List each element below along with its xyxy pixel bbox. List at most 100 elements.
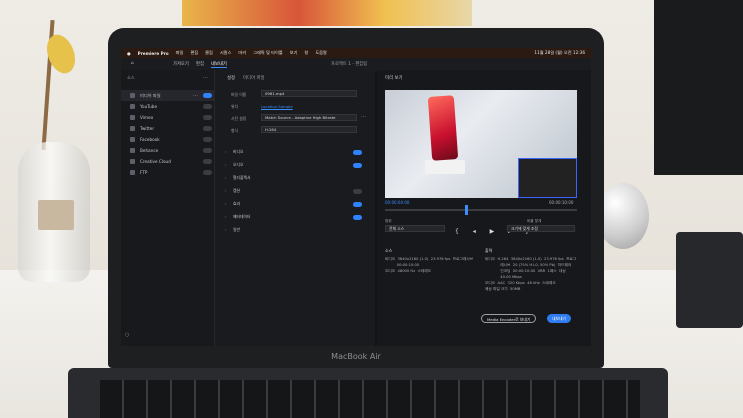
section-metadata[interactable]: › 메타데이터 [225,213,365,222]
chevron-right-icon: › [225,162,227,167]
playhead[interactable] [465,205,468,215]
menu-item[interactable]: 보기 [290,50,298,56]
preview-title: 미리 보기 [385,76,403,81]
chevron-right-icon: › [225,188,227,193]
toggle-switch[interactable] [353,202,362,207]
toggle-switch[interactable] [203,148,212,153]
destination-media-file[interactable]: 미디어 파일 … [121,90,214,101]
preview-panel: 미리 보기 00:00:04:00 00:00:10:00 범위 전체 소스 {… [377,70,591,346]
range-dropdown[interactable]: 전체 소스 [385,225,445,232]
export-button[interactable]: 내보내기 [547,314,571,323]
home-icon[interactable]: ⌂ [131,61,134,66]
field-label: 위치 [231,104,238,109]
vase-label [38,200,74,230]
location-link[interactable]: Location-Sample [261,104,293,109]
timeline-track [385,209,577,211]
tab-edit[interactable]: 편집 [196,61,204,67]
menu-item[interactable]: 파일 [176,50,184,56]
more-icon[interactable]: … [193,92,198,98]
video-preview[interactable] [385,90,577,198]
menu-item[interactable]: 편집 [190,50,198,56]
menu-item[interactable]: 클립 [205,50,213,56]
tab-import[interactable]: 가져오기 [173,61,189,67]
chevron-right-icon: › [225,227,227,232]
field-label: 사전 설정 [231,116,247,121]
section-captions[interactable]: › 캡션 [225,187,365,196]
project-title: 프로젝트 1 - 편집됨 [331,62,368,67]
toggle-switch[interactable] [353,189,362,194]
info-icon[interactable]: ○ [125,332,129,338]
panel-title: 소스 [127,75,135,80]
toggle-switch[interactable] [353,163,362,168]
menu-item[interactable]: 창 [304,50,308,56]
destination-vimeo[interactable]: Vimeo [121,112,214,123]
chevron-right-icon: › [225,214,227,219]
source-heading: 소스 [385,248,393,253]
tab-export[interactable]: 내보내기 [211,61,227,68]
field-label: 형식 [231,128,238,133]
section-multiplexer[interactable]: › 멀티플렉서 [225,174,365,183]
section-video[interactable]: › 비디오 [225,148,365,157]
vimeo-icon [130,115,135,120]
youtube-icon [130,104,135,109]
chevron-right-icon: › [225,201,227,206]
format-dropdown[interactable]: H.264 [261,126,357,133]
scale-dropdown[interactable]: 크기에 맞게 조정 [507,225,575,232]
toggle-switch[interactable] [203,137,212,142]
destination-creative-cloud[interactable]: Creative Cloud [121,156,214,167]
toggle-switch[interactable] [353,215,362,220]
glass-sphere [597,183,649,249]
menu-item[interactable]: 시퀀스 [220,50,232,56]
timeline-scrubber[interactable] [385,204,577,216]
apple-icon[interactable]: ● [127,51,131,56]
toggle-switch[interactable] [203,115,212,120]
field-label: 파일 이름 [231,92,247,97]
toggle-switch[interactable] [203,170,212,175]
toggle-switch[interactable] [203,126,212,131]
file-icon [130,93,135,98]
section-general[interactable]: › 일반 [225,226,365,235]
preset-dropdown[interactable]: Match Source - Adaptive High Bitrate [261,114,357,121]
menu-app-name[interactable]: Premiere Pro [138,51,169,56]
source-summary: 비디오 3840x2160 (1.0) 23.976 fps 프로그레시브 00… [385,257,474,273]
settings-panel: 설정 미디어 파일 파일 이름 0961.mp4 위치 Location-Sam… [215,70,375,346]
toggle-switch[interactable] [203,93,212,98]
toggle-switch[interactable] [203,159,212,164]
wall-poster [182,0,472,26]
settings-subtitle: 미디어 파일 [243,76,265,81]
output-summary: 비디오 H.264 3840x2160 (1.0) 23.976 fps 프로그… [485,257,577,291]
settings-title: 설정 [227,76,236,81]
menu-item[interactable]: 그래픽 및 타이틀 [253,50,283,56]
destination-ftp[interactable]: FTP [121,167,214,178]
section-effects[interactable]: › 효과 [225,200,365,209]
chevron-right-icon: › [225,175,227,180]
phone-stand [425,160,465,174]
menu-item[interactable]: 도움말 [315,50,327,56]
mac-menu-bar: ● Premiere Pro 파일 편집 클립 시퀀스 마커 그래픽 및 타이틀… [121,48,591,58]
more-icon[interactable]: … [361,113,366,119]
destination-facebook[interactable]: Facebook [121,134,214,145]
more-icon[interactable]: … [203,74,208,80]
keyboard-image [518,158,577,198]
chevron-right-icon: › [225,149,227,154]
send-to-encoder-button[interactable]: Media Encoder로 보내기 [481,314,537,323]
facebook-icon [130,137,135,142]
destination-twitter[interactable]: Twitter [121,123,214,134]
laptop-brand: MacBook Air [331,352,381,361]
creative-cloud-icon [130,159,135,164]
external-monitor [654,0,743,175]
menu-clock[interactable]: 11월 28일 (월) 오전 12:36 [534,50,585,56]
destination-behance[interactable]: Behance [121,145,214,156]
output-heading: 출력 [485,248,493,253]
filename-input[interactable]: 0961.mp4 [261,90,357,97]
menu-item[interactable]: 마커 [238,50,246,56]
section-audio[interactable]: › 오디오 [225,161,365,170]
laptop-screen: ● Premiere Pro 파일 편집 클립 시퀀스 마커 그래픽 및 타이틀… [121,48,591,346]
toggle-switch[interactable] [203,104,212,109]
toggle-switch[interactable] [353,150,362,155]
external-keyboard [676,232,743,328]
ftp-icon [130,170,135,175]
laptop-keyboard [100,380,640,418]
behance-icon [130,148,135,153]
destination-youtube[interactable]: YouTube [121,101,214,112]
